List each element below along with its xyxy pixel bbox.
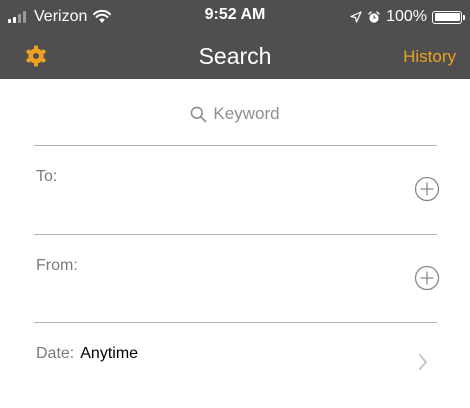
plus-circle-icon (414, 176, 440, 202)
battery-percent: 100% (386, 8, 427, 25)
date-row[interactable]: Date: Anytime (0, 323, 470, 408)
to-row[interactable]: To: (0, 146, 470, 234)
status-bar: Verizon 9:52 AM 100% (0, 0, 470, 34)
navigation-bar: Search History (0, 34, 470, 79)
history-button[interactable]: History (403, 34, 456, 79)
location-arrow-icon (350, 11, 362, 23)
date-value: Anytime (80, 345, 139, 362)
page-title: Search (198, 43, 272, 69)
add-sender-button[interactable] (414, 265, 440, 291)
search-input[interactable]: Keyword (190, 104, 280, 124)
gear-icon (26, 45, 46, 67)
to-label: To: (36, 168, 58, 185)
status-right: 100% (350, 6, 465, 28)
chevron-right-icon (419, 354, 427, 370)
date-label-text: Date: (36, 345, 75, 362)
from-label: From: (36, 257, 78, 274)
search-row: Keyword (0, 92, 470, 136)
alarm-icon (368, 10, 380, 23)
search-icon (191, 106, 207, 122)
battery-icon (432, 10, 465, 24)
from-row[interactable]: From: (0, 235, 470, 323)
date-label: Date: Anytime (36, 345, 138, 363)
add-recipient-button[interactable] (414, 176, 440, 202)
settings-button[interactable] (24, 44, 48, 68)
search-placeholder: Keyword (213, 104, 280, 123)
plus-circle-icon (414, 265, 440, 291)
